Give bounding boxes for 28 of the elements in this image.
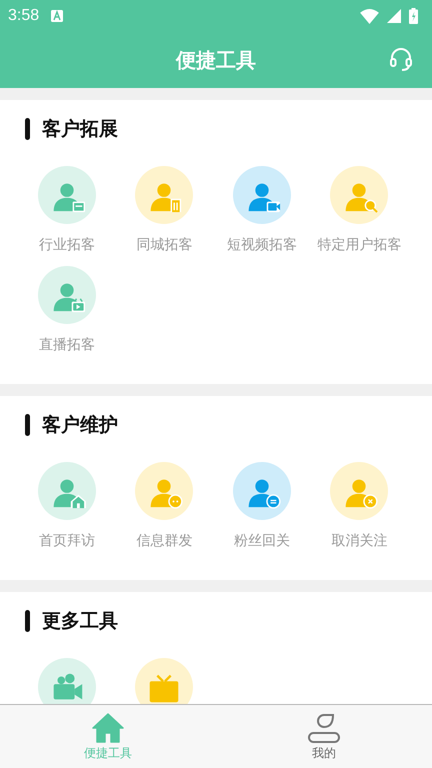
tool-label[interactable]: 信息群发 xyxy=(136,532,192,550)
tool-label[interactable]: 粉丝回关 xyxy=(234,532,290,550)
section-title: 客户维护 xyxy=(42,413,118,438)
notification-icon xyxy=(51,10,64,22)
section-title: 更多工具 xyxy=(42,609,118,634)
tool-label[interactable]: 同城拓客 xyxy=(136,236,192,254)
page-title: 便捷工具 xyxy=(176,46,256,74)
home-icon xyxy=(92,713,124,743)
battery-icon xyxy=(409,8,418,24)
user-icon xyxy=(308,713,340,743)
nav-tab[interactable]: 我的 xyxy=(216,705,432,768)
nav-tab[interactable]: 便捷工具 xyxy=(0,705,216,768)
section-marker xyxy=(25,610,30,632)
section-marker xyxy=(25,118,30,140)
tool-label[interactable]: 行业拓客 xyxy=(38,236,95,254)
tool-label[interactable]: 直播拓客 xyxy=(38,336,95,354)
wifi-icon xyxy=(360,8,379,24)
tool-label[interactable]: 特定用户拓客 xyxy=(317,236,402,254)
tool-label[interactable]: 取消关注 xyxy=(331,532,388,550)
tool-button[interactable] xyxy=(38,658,96,704)
section-marker xyxy=(25,414,30,436)
tool-label[interactable]: 首页拜访 xyxy=(38,532,95,550)
tool-button[interactable] xyxy=(135,658,194,704)
section-title: 客户拓展 xyxy=(42,117,118,142)
headset-icon[interactable] xyxy=(388,46,414,72)
signal-icon xyxy=(387,9,401,23)
status-time: 3:58 xyxy=(8,7,40,25)
tool-label[interactable]: 短视频拓客 xyxy=(226,236,297,254)
